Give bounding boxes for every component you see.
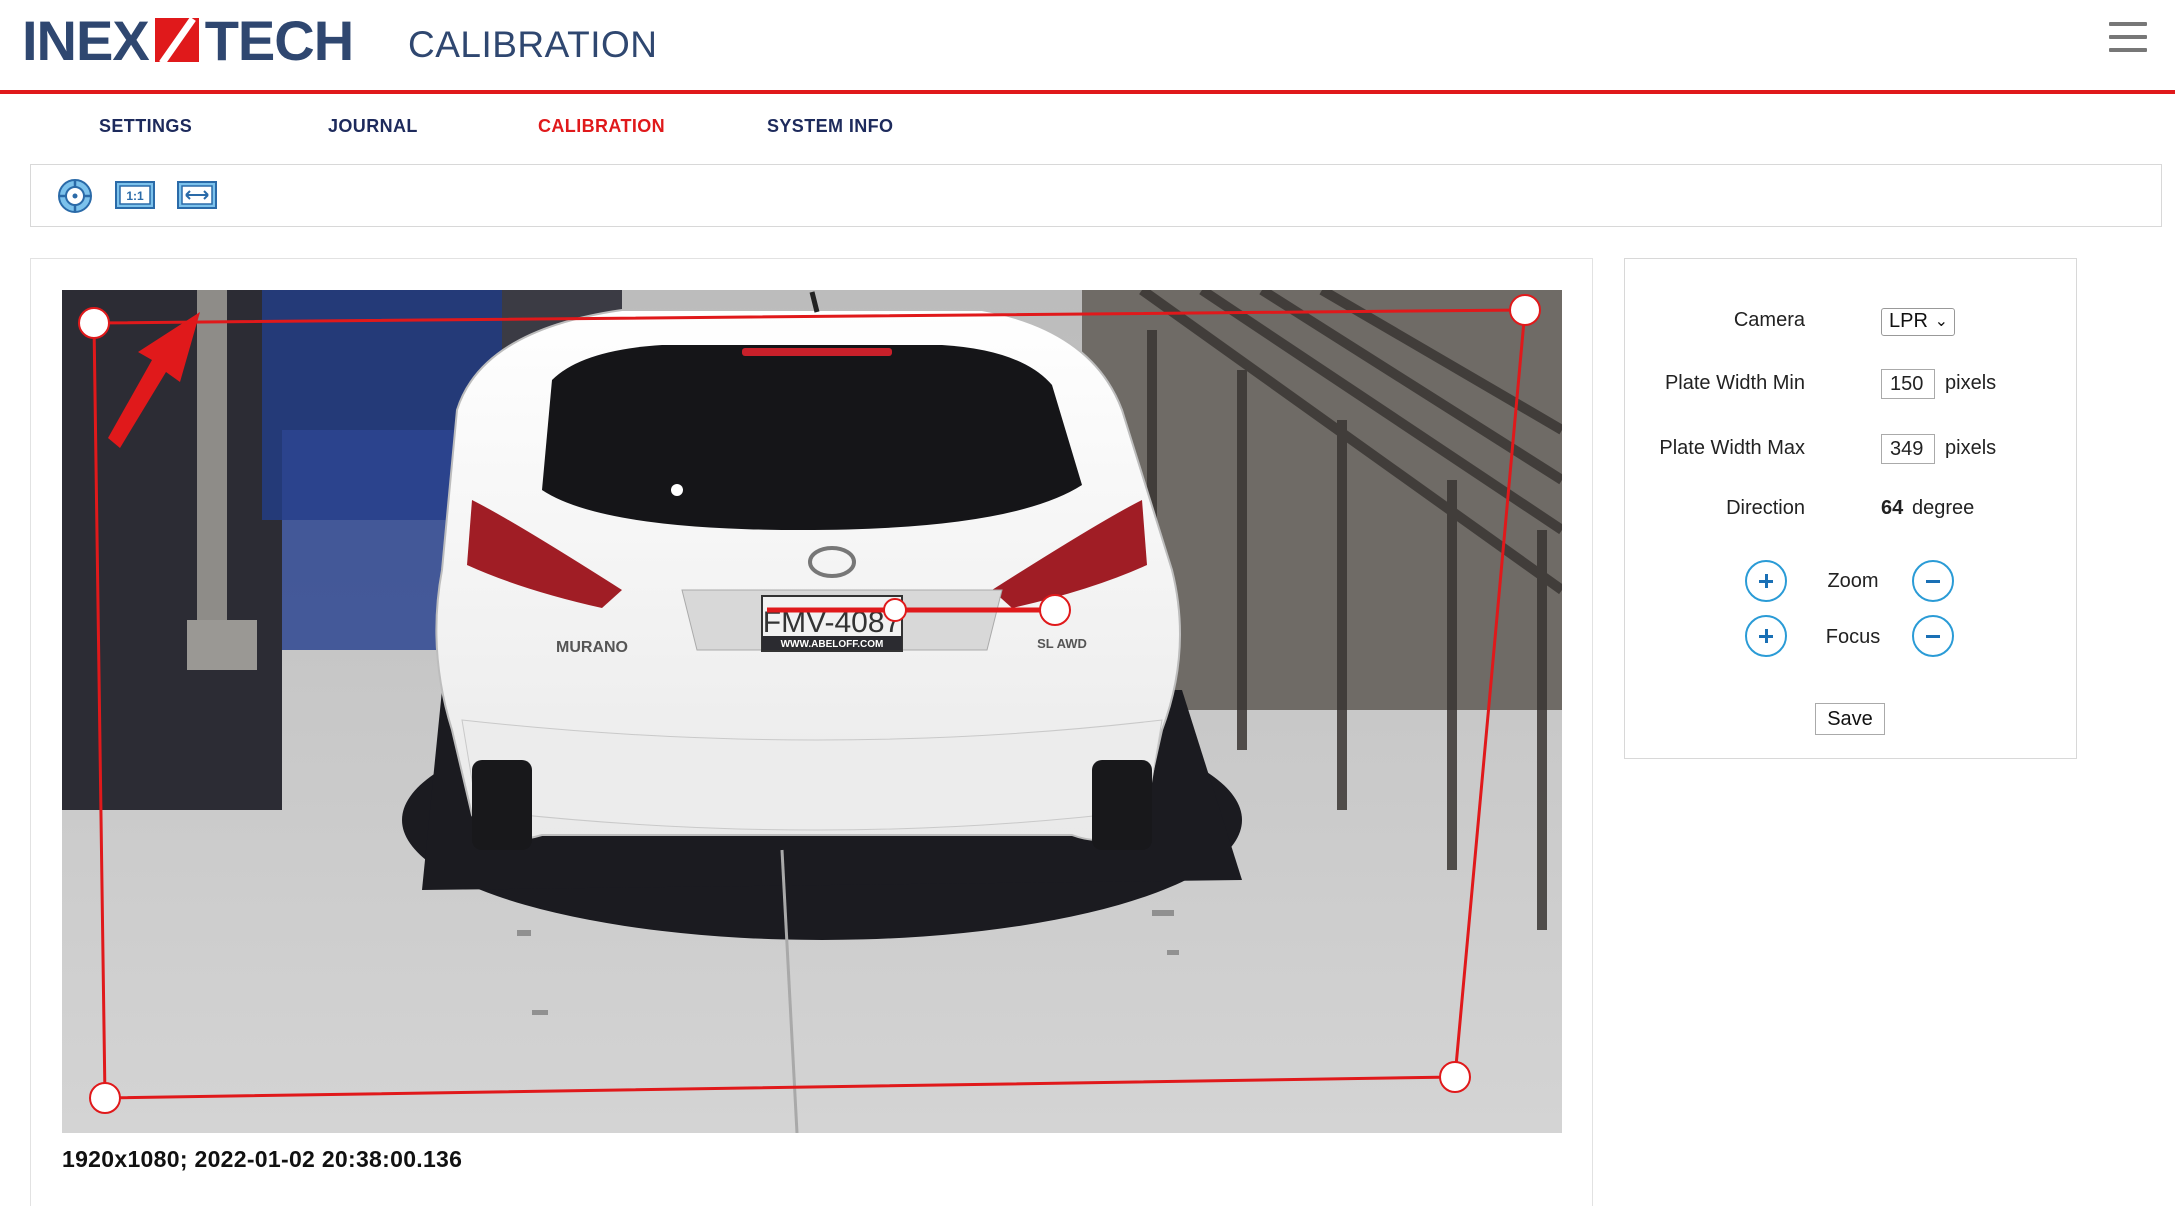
plate-width-max-input[interactable] <box>1881 434 1935 464</box>
camera-video-frame[interactable]: FMV-4087 WWW.ABELOFF.COM MURANO SL AWD <box>62 290 1562 1133</box>
plate-width-handle-end[interactable] <box>1039 594 1071 626</box>
logo-slash-mark <box>154 18 199 62</box>
license-plate-dealer: WWW.ABELOFF.COM <box>781 639 884 650</box>
app-header: INEX TECH CALIBRATION <box>0 0 2175 94</box>
plate-width-min-unit: pixels <box>1945 372 1997 394</box>
zone-handle-bottom-right[interactable] <box>1439 1061 1471 1093</box>
focus-label: Focus <box>1825 626 1881 648</box>
zoom-label: Zoom <box>1827 570 1879 592</box>
tab-system-info[interactable]: SYSTEM INFO <box>767 116 893 137</box>
focus-out-button[interactable] <box>1912 615 1954 657</box>
camera-scene: FMV-4087 WWW.ABELOFF.COM MURANO SL AWD <box>62 290 1562 1133</box>
plate-width-max-label: Plate Width Max <box>1659 437 1805 459</box>
logo-text-inex: INEX <box>22 8 150 72</box>
inextech-logo: INEX TECH <box>22 8 354 72</box>
direction-label: Direction <box>1726 497 1805 519</box>
focus-in-button[interactable] <box>1745 615 1787 657</box>
stretch-width-icon[interactable] <box>177 181 217 214</box>
tab-journal[interactable]: JOURNAL <box>328 116 418 137</box>
plate-width-max-unit: pixels <box>1945 437 1997 459</box>
zone-handle-bottom-left[interactable] <box>89 1082 121 1114</box>
calibration-settings-panel: Camera LPR ⌄ Plate Width Min pixels Plat… <box>1624 258 2077 759</box>
tab-settings[interactable]: SETTINGS <box>99 116 192 137</box>
zoom-in-button[interactable] <box>1745 560 1787 602</box>
minus-icon <box>1926 580 1940 583</box>
svg-text:1:1: 1:1 <box>126 189 144 203</box>
calibration-toolbar: 1:1 <box>30 164 2162 227</box>
model-badge: MURANO <box>556 639 628 656</box>
save-button[interactable]: Save <box>1815 703 1885 735</box>
chevron-down-icon: ⌄ <box>1934 313 1948 330</box>
tab-calibration[interactable]: CALIBRATION <box>538 116 665 137</box>
direction-unit: degree <box>1912 497 1975 519</box>
plate-width-handle-mid[interactable] <box>883 598 907 622</box>
camera-select-value: LPR <box>1889 310 1928 332</box>
hamburger-menu-icon[interactable] <box>2109 22 2147 62</box>
page-title: CALIBRATION <box>408 24 658 65</box>
video-resolution-timestamp: 1920x1080; 2022-01-02 20:38:00.136 <box>62 1146 463 1172</box>
minus-icon <box>1926 635 1940 638</box>
camera-select[interactable]: LPR ⌄ <box>1881 308 1955 336</box>
plate-width-min-label: Plate Width Min <box>1664 372 1805 394</box>
logo-text-tech: TECH <box>204 8 354 72</box>
zone-handle-top-left[interactable] <box>78 307 110 339</box>
zoom-out-button[interactable] <box>1912 560 1954 602</box>
fit-1to1-icon[interactable]: 1:1 <box>115 181 155 214</box>
plate-width-min-input[interactable] <box>1881 369 1935 399</box>
trim-badge: SL AWD <box>1037 636 1087 651</box>
camera-label: Camera <box>1733 309 1805 331</box>
target-icon[interactable] <box>57 178 93 219</box>
main-nav: SETTINGS JOURNAL CALIBRATION SYSTEM INFO <box>0 108 1000 148</box>
direction-value: 64 <box>1881 497 1904 519</box>
